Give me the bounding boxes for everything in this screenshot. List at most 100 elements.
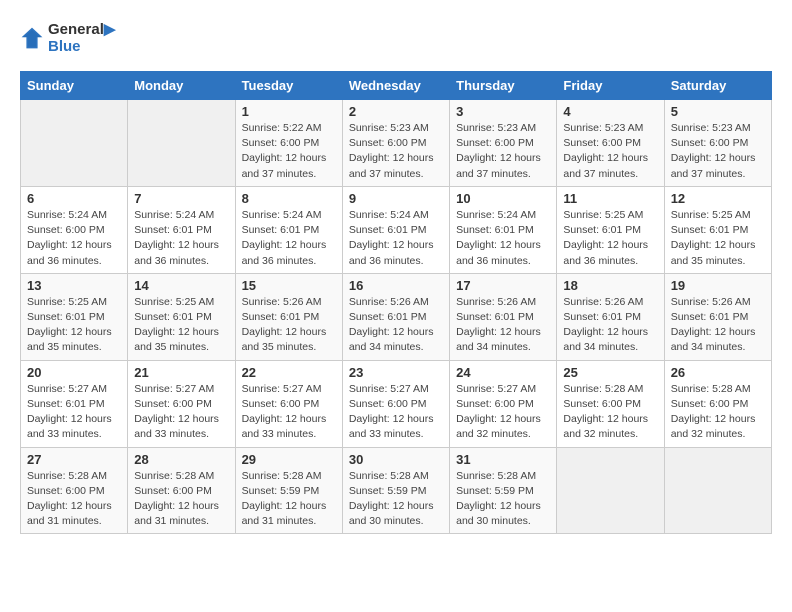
calendar-cell: 23Sunrise: 5:27 AM Sunset: 6:00 PM Dayli… [342, 360, 449, 447]
calendar-cell [557, 447, 664, 534]
calendar-cell: 24Sunrise: 5:27 AM Sunset: 6:00 PM Dayli… [450, 360, 557, 447]
calendar-cell [128, 100, 235, 187]
day-info: Sunrise: 5:28 AM Sunset: 6:00 PM Dayligh… [134, 469, 228, 530]
calendar-cell: 4 Sunrise: 5:23 AM Sunset: 6:00 PM Daylig… [557, 100, 664, 187]
calendar-cell: 19 Sunrise: 5:26 AM Sunset: 6:01 PM Dayli… [664, 273, 771, 360]
day-number: 18 [563, 278, 657, 293]
day-info: Sunrise: 5:24 AM Sunset: 6:01 PM Dayligh… [456, 208, 550, 269]
day-info: Sunrise: 5:26 AM Sunset: 6:01 PM Dayligh… [671, 295, 765, 356]
day-info: Sunrise: 5:28 AM Sunset: 6:00 PM Dayligh… [27, 469, 121, 530]
day-info: Sunrise: 5:25 AM Sunset: 6:01 PM Dayligh… [563, 208, 657, 269]
calendar-cell: 27 Sunrise: 5:28 AM Sunset: 6:00 PM Dayli… [21, 447, 128, 534]
header-day-wednesday: Wednesday [342, 72, 449, 100]
day-number: 12 [671, 191, 765, 206]
day-info: Sunrise: 5:28 AM Sunset: 5:59 PM Dayligh… [349, 469, 443, 530]
logo-icon [20, 26, 44, 50]
day-info: Sunrise: 5:22 AM Sunset: 6:00 PM Dayligh… [242, 121, 336, 182]
calendar-cell: 21 Sunrise: 5:27 AM Sunset: 6:00 PM Dayli… [128, 360, 235, 447]
day-info: Sunrise: 5:24 AM Sunset: 6:01 PM Dayligh… [242, 208, 336, 269]
day-number: 1 [242, 104, 336, 119]
day-info: Sunrise: 5:23 AM Sunset: 6:00 PM Dayligh… [563, 121, 657, 182]
day-number: 8 [242, 191, 336, 206]
week-row-3: 13 Sunrise: 5:25 AM Sunset: 6:01 PM Dayli… [21, 273, 772, 360]
day-info: Sunrise: 5:26 AM Sunset: 6:01 PM Dayligh… [349, 295, 443, 356]
calendar-cell: 15 Sunrise: 5:26 AM Sunset: 6:01 PM Dayli… [235, 273, 342, 360]
day-number: 16 [349, 278, 443, 293]
day-info: Sunrise: 5:25 AM Sunset: 6:01 PM Dayligh… [671, 208, 765, 269]
day-info: Sunrise: 5:26 AM Sunset: 6:01 PM Dayligh… [456, 295, 550, 356]
day-number: 11 [563, 191, 657, 206]
calendar-cell: 16 Sunrise: 5:26 AM Sunset: 6:01 PM Dayli… [342, 273, 449, 360]
day-info: Sunrise: 5:24 AM Sunset: 6:01 PM Dayligh… [349, 208, 443, 269]
day-number: 4 [563, 104, 657, 119]
header-day-thursday: Thursday [450, 72, 557, 100]
header-day-saturday: Saturday [664, 72, 771, 100]
day-number: 7 [134, 191, 228, 206]
calendar-cell: 13 Sunrise: 5:25 AM Sunset: 6:01 PM Dayli… [21, 273, 128, 360]
header-day-friday: Friday [557, 72, 664, 100]
calendar-cell: 17Sunrise: 5:26 AM Sunset: 6:01 PM Dayli… [450, 273, 557, 360]
calendar-cell: 2 Sunrise: 5:23 AM Sunset: 6:00 PM Daylig… [342, 100, 449, 187]
day-info: Sunrise: 5:26 AM Sunset: 6:01 PM Dayligh… [563, 295, 657, 356]
calendar-cell: 29 Sunrise: 5:28 AM Sunset: 5:59 PM Dayli… [235, 447, 342, 534]
calendar-cell: 8 Sunrise: 5:24 AM Sunset: 6:01 PM Daylig… [235, 186, 342, 273]
day-number: 13 [27, 278, 121, 293]
calendar-cell: 28Sunrise: 5:28 AM Sunset: 6:00 PM Dayli… [128, 447, 235, 534]
day-number: 2 [349, 104, 443, 119]
logo: General▶ Blue [20, 20, 115, 55]
calendar-cell: 12 Sunrise: 5:25 AM Sunset: 6:01 PM Dayli… [664, 186, 771, 273]
day-number: 20 [27, 365, 121, 380]
calendar-cell: 1 Sunrise: 5:22 AM Sunset: 6:00 PM Daylig… [235, 100, 342, 187]
week-row-2: 6 Sunrise: 5:24 AM Sunset: 6:00 PM Daylig… [21, 186, 772, 273]
header-day-tuesday: Tuesday [235, 72, 342, 100]
day-info: Sunrise: 5:26 AM Sunset: 6:01 PM Dayligh… [242, 295, 336, 356]
calendar-cell: 30 Sunrise: 5:28 AM Sunset: 5:59 PM Dayli… [342, 447, 449, 534]
calendar-table: SundayMondayTuesdayWednesdayThursdayFrid… [20, 71, 772, 534]
day-number: 15 [242, 278, 336, 293]
calendar-cell [21, 100, 128, 187]
header-day-monday: Monday [128, 72, 235, 100]
calendar-cell [664, 447, 771, 534]
day-info: Sunrise: 5:27 AM Sunset: 6:01 PM Dayligh… [27, 382, 121, 443]
day-number: 6 [27, 191, 121, 206]
day-number: 31 [456, 452, 550, 467]
day-info: Sunrise: 5:24 AM Sunset: 6:00 PM Dayligh… [27, 208, 121, 269]
day-info: Sunrise: 5:27 AM Sunset: 6:00 PM Dayligh… [134, 382, 228, 443]
day-number: 10 [456, 191, 550, 206]
calendar-cell: 14Sunrise: 5:25 AM Sunset: 6:01 PM Dayli… [128, 273, 235, 360]
calendar-cell: 18 Sunrise: 5:26 AM Sunset: 6:01 PM Dayli… [557, 273, 664, 360]
day-info: Sunrise: 5:24 AM Sunset: 6:01 PM Dayligh… [134, 208, 228, 269]
day-info: Sunrise: 5:27 AM Sunset: 6:00 PM Dayligh… [456, 382, 550, 443]
calendar-cell: 11 Sunrise: 5:25 AM Sunset: 6:01 PM Dayli… [557, 186, 664, 273]
day-number: 19 [671, 278, 765, 293]
day-info: Sunrise: 5:23 AM Sunset: 6:00 PM Dayligh… [349, 121, 443, 182]
calendar-cell: 6 Sunrise: 5:24 AM Sunset: 6:00 PM Daylig… [21, 186, 128, 273]
week-row-4: 20 Sunrise: 5:27 AM Sunset: 6:01 PM Dayli… [21, 360, 772, 447]
day-info: Sunrise: 5:28 AM Sunset: 5:59 PM Dayligh… [242, 469, 336, 530]
day-info: Sunrise: 5:23 AM Sunset: 6:00 PM Dayligh… [671, 121, 765, 182]
header-day-sunday: Sunday [21, 72, 128, 100]
day-info: Sunrise: 5:28 AM Sunset: 6:00 PM Dayligh… [671, 382, 765, 443]
calendar-cell: 10 Sunrise: 5:24 AM Sunset: 6:01 PM Dayli… [450, 186, 557, 273]
calendar-cell: 25 Sunrise: 5:28 AM Sunset: 6:00 PM Dayli… [557, 360, 664, 447]
logo-text: General▶ Blue [48, 20, 115, 55]
day-number: 5 [671, 104, 765, 119]
day-number: 29 [242, 452, 336, 467]
day-number: 25 [563, 365, 657, 380]
week-row-1: 1 Sunrise: 5:22 AM Sunset: 6:00 PM Daylig… [21, 100, 772, 187]
page-header: General▶ Blue [20, 20, 772, 55]
day-info: Sunrise: 5:28 AM Sunset: 5:59 PM Dayligh… [456, 469, 550, 530]
calendar-header-row: SundayMondayTuesdayWednesdayThursdayFrid… [21, 72, 772, 100]
day-number: 22 [242, 365, 336, 380]
calendar-cell: 22Sunrise: 5:27 AM Sunset: 6:00 PM Dayli… [235, 360, 342, 447]
day-number: 21 [134, 365, 228, 380]
day-info: Sunrise: 5:25 AM Sunset: 6:01 PM Dayligh… [27, 295, 121, 356]
day-number: 30 [349, 452, 443, 467]
calendar-cell: 7 Sunrise: 5:24 AM Sunset: 6:01 PM Daylig… [128, 186, 235, 273]
calendar-cell: 5 Sunrise: 5:23 AM Sunset: 6:00 PM Daylig… [664, 100, 771, 187]
day-number: 27 [27, 452, 121, 467]
day-info: Sunrise: 5:28 AM Sunset: 6:00 PM Dayligh… [563, 382, 657, 443]
calendar-cell: 3Sunrise: 5:23 AM Sunset: 6:00 PM Daylig… [450, 100, 557, 187]
week-row-5: 27 Sunrise: 5:28 AM Sunset: 6:00 PM Dayli… [21, 447, 772, 534]
calendar-cell: 9Sunrise: 5:24 AM Sunset: 6:01 PM Daylig… [342, 186, 449, 273]
